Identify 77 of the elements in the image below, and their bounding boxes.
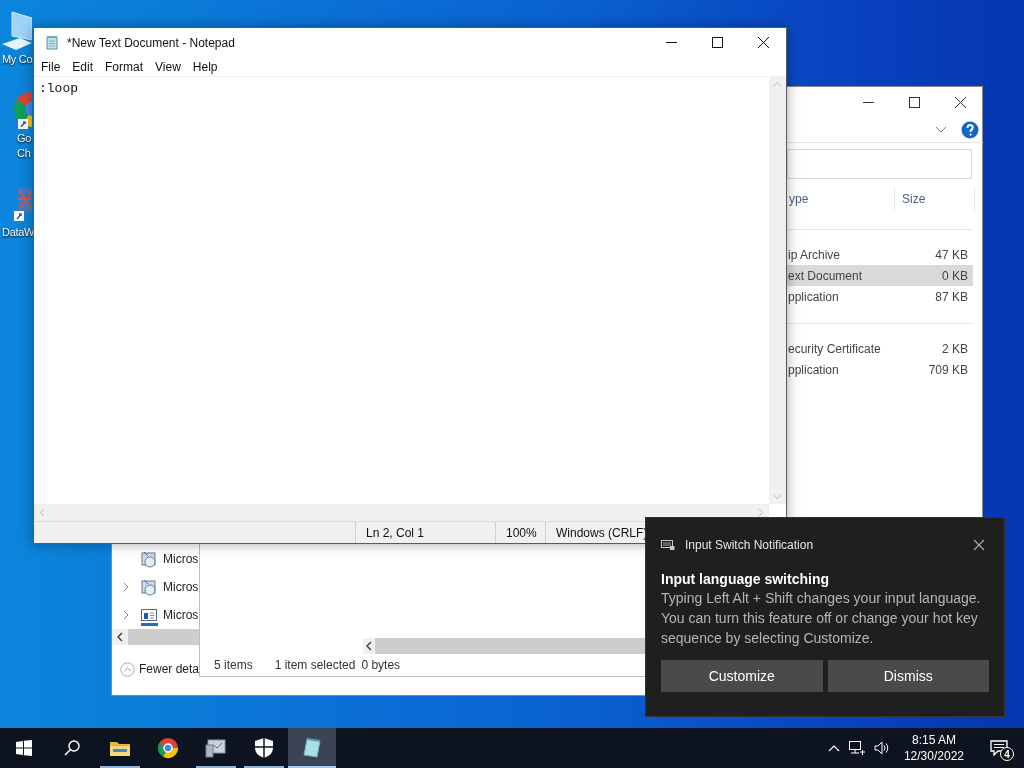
- clock[interactable]: 8:15 AM 12/30/2022: [897, 732, 970, 764]
- file-type-text: ecurity Certificate: [787, 340, 881, 358]
- status-text: 5 items: [214, 657, 253, 674]
- chevron-up-icon[interactable]: [827, 744, 840, 752]
- file-type-text: ip Archive: [787, 246, 841, 264]
- notification-button[interactable]: Customize: [661, 660, 823, 692]
- nav-item[interactable]: Micros: [112, 573, 199, 601]
- network-icon[interactable]: [847, 740, 866, 756]
- file-size-text: 87 KB: [935, 288, 968, 306]
- taskbar-app-button[interactable]: [288, 728, 336, 768]
- file-row[interactable]: ext Document 0 KB: [787, 265, 973, 286]
- close-icon: [755, 35, 771, 50]
- nav-item[interactable]: Micros: [112, 601, 199, 629]
- maximize-icon: [906, 94, 922, 110]
- icon-label: My Co: [2, 52, 33, 67]
- chevron-right-icon[interactable]: [123, 610, 129, 620]
- file-size-text: 2 KB: [942, 340, 968, 358]
- menu-item[interactable]: Help: [186, 57, 224, 76]
- search-field[interactable]: [787, 149, 972, 179]
- icon-label: Go: [16, 131, 32, 146]
- details-toggle-link[interactable]: Fewer deta: [138, 660, 199, 678]
- notepad-icon: [44, 34, 60, 51]
- file-size-text: 0 KB: [942, 267, 968, 285]
- nav-item-label: Micros: [163, 551, 199, 568]
- nav-item-label: Micros: [163, 607, 199, 624]
- notification-title: Input language switching: [661, 570, 830, 588]
- close-icon: [952, 94, 968, 110]
- column-header[interactable]: Size: [895, 187, 975, 211]
- action-center-button[interactable]: 4: [984, 734, 1014, 762]
- chrome-icon: [157, 737, 179, 759]
- window-title: *New Text Document - Notepad: [67, 34, 236, 52]
- menu-item[interactable]: View: [149, 57, 187, 76]
- notepad-icon: [301, 737, 323, 759]
- file-size-text: 47 KB: [935, 246, 968, 264]
- status-text: 0 bytes: [361, 657, 401, 674]
- message-icon: [990, 740, 1008, 756]
- minimize-icon: [862, 101, 874, 103]
- file-row[interactable]: ecurity Certificate 2 KB: [787, 338, 973, 359]
- file-size-text: 709 KB: [928, 361, 968, 379]
- volume-icon[interactable]: [873, 741, 890, 755]
- file-type-text: ext Document: [787, 267, 863, 285]
- minimize-icon: [665, 42, 677, 43]
- icon-label: DataW: [2, 225, 35, 240]
- file-type-text: pplication: [787, 288, 839, 306]
- notification-button[interactable]: Dismiss: [827, 660, 989, 692]
- status-bar-text: 100%: [495, 522, 545, 543]
- status-bar-text: Ln 2, Col 1: [355, 522, 495, 543]
- keyboard-icon: [661, 539, 675, 551]
- search-icon: [64, 740, 80, 756]
- clock-date: 12/30/2022: [903, 748, 964, 764]
- scrollbar-thumb[interactable]: [128, 629, 199, 645]
- monitor-icon: [205, 737, 227, 759]
- notification-body: Typing Left Alt + Shift changes your input language. You can turn this feature off or change your hot key sequence by selecting Customize.: [661, 589, 982, 648]
- menu-item[interactable]: Format: [99, 57, 150, 76]
- menu-item[interactable]: Edit: [66, 57, 100, 76]
- text-editor-area[interactable]: :loop: [34, 77, 769, 504]
- maximize-icon: [709, 35, 725, 50]
- item-icon: [141, 623, 158, 626]
- chevron-right-icon[interactable]: [123, 582, 129, 592]
- file-type-text: pplication: [787, 361, 839, 379]
- windows-logo-icon: [16, 740, 32, 756]
- icon-label: Ch: [16, 146, 31, 161]
- chevron-down-icon[interactable]: [935, 125, 947, 134]
- help-icon[interactable]: [961, 120, 979, 139]
- file-row[interactable]: ip Archive 47 KB: [787, 244, 973, 265]
- clock-time: 8:15 AM: [911, 732, 956, 748]
- window-icon: [140, 606, 158, 624]
- close-icon[interactable]: [973, 539, 985, 551]
- shield-icon: [253, 737, 275, 759]
- status-text: 1 item selected: [274, 657, 356, 674]
- file-row[interactable]: pplication 87 KB: [787, 286, 973, 307]
- computer-icon[interactable]: [0, 10, 32, 52]
- menu-item[interactable]: File: [35, 57, 67, 76]
- nav-item-label: Micros: [163, 579, 199, 596]
- file-row[interactable]: pplication 709 KB: [787, 359, 973, 380]
- nav-item[interactable]: Micros: [112, 545, 199, 573]
- notification-count-badge: 4: [1000, 747, 1014, 761]
